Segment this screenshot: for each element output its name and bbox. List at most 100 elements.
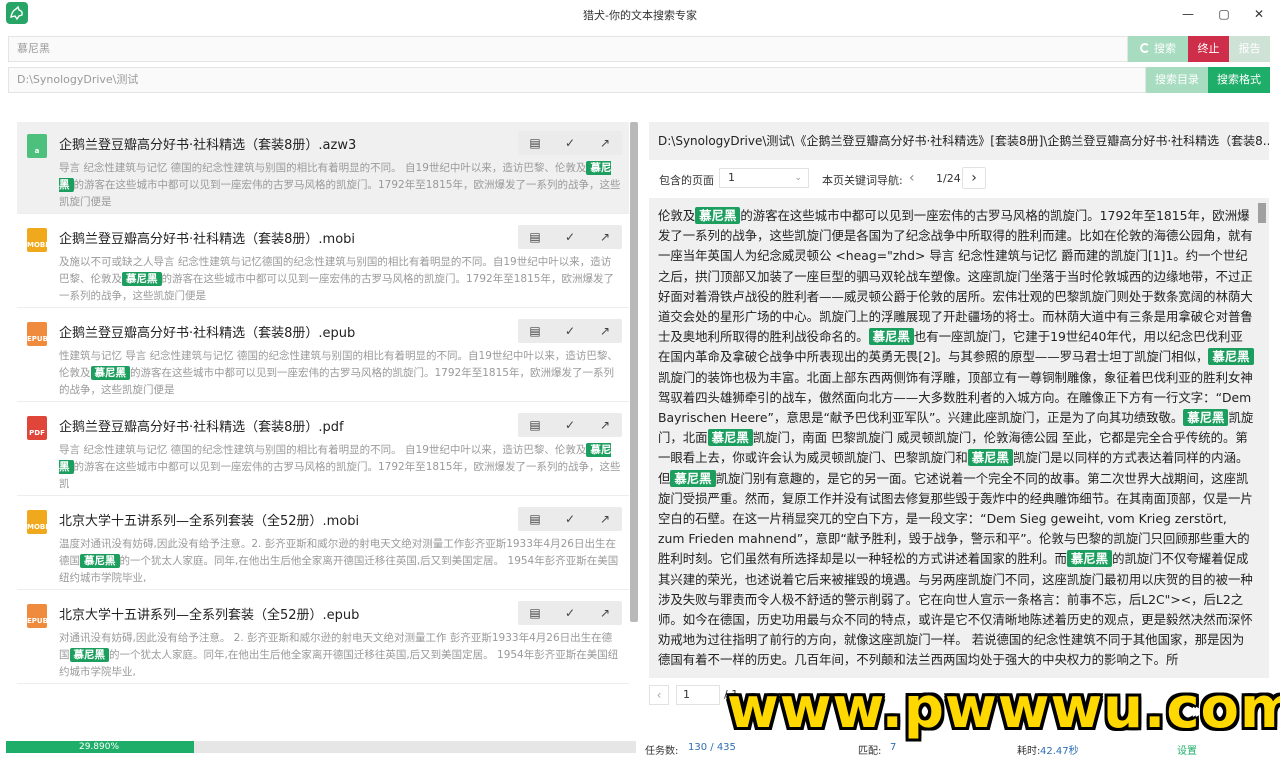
clipboard-icon[interactable]: ▤ (518, 131, 552, 155)
check-circle-icon[interactable]: ✓ (553, 131, 587, 155)
snippet-text: 导言 纪念性建筑与记忆 德国的纪念性建筑与别国的相比有着明显的不同。 自19世纪… (59, 162, 587, 174)
open-external-icon[interactable]: ↗ (588, 507, 622, 531)
keyword-highlight: 慕尼黑 (670, 469, 716, 487)
result-snippet: 导言 纪念性建筑与记忆 德国的纪念性建筑与别国的相比有着明显的不同。 自19世纪… (59, 442, 621, 494)
keyword-highlight: 慕尼黑 (967, 449, 1013, 467)
result-item[interactable]: PDF 企鹅兰登豆瓣高分好书·社科精选（套装8册）.pdf ▤ ✓ ↗ 导言 纪念性建筑与… (17, 404, 629, 496)
snippet-text: 的游客在这些城市中都可以见到一座宏伟的古罗马风格的凯旋门。1792年至1815年… (59, 367, 614, 396)
result-item[interactable]: EPUB 北京大学十五讲系列—全系列套装（全52册）.epub ▤ ✓ ↗ 对通讯没有妨碍… (17, 592, 629, 684)
preview-text-segment: 伦敦及 (658, 208, 696, 223)
tasks-label: 任务数: (645, 746, 679, 757)
keyword-highlight: 慕尼黑 (1066, 550, 1113, 568)
page-select[interactable]: 1 ⌄ (719, 168, 809, 188)
next-keyword-button[interactable]: › (962, 167, 986, 189)
open-external-icon[interactable]: ↗ (588, 225, 622, 249)
result-title: 企鹅兰登豆瓣高分好书·社科精选（套装8册）.azw3 (59, 138, 357, 153)
minimize-button[interactable]: — (1178, 4, 1198, 24)
result-snippet: 对通讯没有妨碍,因此没有给予注意。 2. 彭齐亚斯和威尔逊的射电天文绝对测量工作… (59, 630, 621, 682)
elapsed-value: 42.47秒 (1040, 746, 1079, 757)
chevron-left-icon: ‹ (656, 688, 662, 702)
prev-page-button[interactable]: ‹ (649, 685, 669, 705)
directory-input[interactable]: D:\SynologyDrive\测试 (8, 67, 1146, 93)
settings-link[interactable]: 设置 (1177, 742, 1197, 757)
result-item[interactable]: EPUB 企鹅兰登豆瓣高分好书·社科精选（套装8册）.epub ▤ ✓ ↗ 性建筑与记忆 … (17, 310, 629, 402)
preview-text-segment: 的凯旋门不仅夸耀着促成其兴建的荣光，也述说着它后来被摧毁的境遇。与另两座凯旋门不… (658, 551, 1253, 668)
stop-button[interactable]: 终止 (1188, 36, 1229, 62)
keyword-highlight: 慕尼黑 (90, 366, 130, 380)
result-title: 企鹅兰登豆瓣高分好书·社科精选（套装8册）.pdf (59, 420, 344, 435)
result-item[interactable]: a 企鹅兰登豆瓣高分好书·社科精选（套装8册）.azw3 ▤ ✓ ↗ 导言 纪念性建筑与记… (17, 122, 629, 214)
result-actions: ▤ ✓ ↗ (518, 601, 622, 625)
open-external-icon[interactable]: ↗ (588, 601, 622, 625)
mobi-file-icon: MOBI (27, 510, 48, 534)
watermark: www.pwwwu.com (727, 676, 1280, 741)
progress-text: 29.890% (78, 742, 120, 752)
page-input[interactable]: 1 (676, 685, 720, 705)
keyword-highlight: 慕尼黑 (707, 429, 753, 447)
keyword-highlight: 慕尼黑 (695, 207, 741, 224)
clipboard-icon[interactable]: ▤ (518, 507, 552, 531)
prev-keyword-icon[interactable]: ‹ (909, 170, 915, 186)
keyword-input[interactable]: 慕尼黑 (8, 36, 1128, 62)
keyword-highlight: 慕尼黑 (122, 272, 162, 286)
results-list: a 企鹅兰登豆瓣高分好书·社科精选（套装8册）.azw3 ▤ ✓ ↗ 导言 纪念性建筑与记… (17, 122, 629, 714)
loading-spinner-icon (1140, 43, 1150, 53)
result-actions: ▤ ✓ ↗ (518, 319, 622, 343)
search-button-label: 搜索 (1154, 42, 1176, 55)
chevron-down-icon: ⌄ (794, 173, 802, 183)
azw3-file-icon: a (27, 134, 47, 158)
check-circle-icon[interactable]: ✓ (553, 601, 587, 625)
tasks-value: 130 / 435 (688, 742, 736, 753)
open-external-icon[interactable]: ↗ (588, 319, 622, 343)
keyword-highlight: 慕尼黑 (868, 328, 914, 346)
open-external-icon[interactable]: ↗ (588, 131, 622, 155)
matches-label: 匹配: (858, 746, 882, 757)
result-item[interactable]: MOBI 北京大学十五讲系列—全系列套装（全52册）.mobi ▤ ✓ ↗ 温度对通讯没有… (17, 498, 629, 590)
result-snippet: 性建筑与记忆 导言 纪念性建筑与记忆 德国的纪念性建筑与别国的相比有着明显的不同… (59, 348, 621, 400)
result-snippet: 温度对通讯没有妨碍,因此没有给予注意。2. 彭齐亚斯和威尔逊的射电天文绝对测量工… (59, 536, 621, 588)
close-button[interactable]: ✕ (1249, 4, 1269, 24)
snippet-text: 的一个犹太人家庭。同年,在他出生后他全家离开德国迁移往英国,后又到美国定居。 1… (59, 555, 619, 584)
result-title: 北京大学十五讲系列—全系列套装（全52册）.epub (59, 608, 360, 623)
result-snippet: 导言 纪念性建筑与记忆 德国的纪念性建筑与别国的相比有着明显的不同。 自19世纪… (59, 160, 621, 212)
open-external-icon[interactable]: ↗ (588, 413, 622, 437)
preview-text-segment: 的游客在这些城市中都可以见到一座宏伟的古罗马风格的凯旋门。1792年至1815年… (658, 208, 1253, 345)
result-actions: ▤ ✓ ↗ (518, 131, 622, 155)
epub-file-icon: EPUB (27, 604, 48, 628)
check-circle-icon[interactable]: ✓ (553, 225, 587, 249)
keyword-nav-label: 本页关键词导航: (822, 174, 903, 187)
clipboard-icon[interactable]: ▤ (518, 601, 552, 625)
result-item[interactable]: MOBI 企鹅兰登豆瓣高分好书·社科精选（套装8册）.mobi ▤ ✓ ↗ 及施以不可或缺… (17, 216, 629, 308)
keyword-highlight: 慕尼黑 (69, 648, 109, 662)
check-circle-icon[interactable]: ✓ (553, 413, 587, 437)
check-circle-icon[interactable]: ✓ (553, 319, 587, 343)
file-path: D:\SynologyDrive\测试\《企鹅兰登豆瓣高分好书·社科精选》[套装… (649, 122, 1269, 160)
keyword-highlight: 慕尼黑 (1183, 409, 1229, 427)
clipboard-icon[interactable]: ▤ (518, 319, 552, 343)
search-directory-button[interactable]: 搜索目录 (1146, 67, 1208, 93)
preview-scrollbar[interactable] (1258, 203, 1266, 223)
snippet-text: 的游客在这些城市中都可以见到一座宏伟的古罗马风格的凯旋门。1792年至1815年… (59, 461, 621, 490)
clipboard-icon[interactable]: ▤ (518, 225, 552, 249)
search-button[interactable]: 搜索 (1128, 36, 1188, 62)
result-title: 企鹅兰登豆瓣高分好书·社科精选（套装8册）.mobi (59, 232, 356, 247)
pdf-file-icon: PDF (27, 416, 47, 440)
maximize-button[interactable]: ▢ (1214, 4, 1234, 24)
clipboard-icon[interactable]: ▤ (518, 413, 552, 437)
search-format-button[interactable]: 搜索格式 (1208, 67, 1270, 93)
preview-text-segment: 凯旋门的装饰也极为丰富。北面上部东西两侧饰有浮雕，顶部立有一尊铜制雕像，象征着巴… (658, 369, 1253, 426)
result-snippet: 及施以不可或缺之人导言 纪念性建筑与记忆德国的纪念性建筑与别国的相比有着明显的不… (59, 254, 621, 306)
results-scrollbar[interactable] (630, 122, 638, 622)
window-title: 猎犬-你的文本搜索专家 (583, 9, 697, 22)
preview-content: 伦敦及 慕尼黑 的游客在这些城市中都可以见到一座宏伟的古罗马风格的凯旋门。1792年… (658, 206, 1254, 671)
page-select-value: 1 (728, 171, 735, 184)
keyword-index: 1/24 (936, 172, 961, 185)
elapsed-label: 耗时: (1017, 746, 1041, 757)
chevron-right-icon: › (971, 170, 977, 186)
matches-value: 7 (890, 742, 897, 753)
report-button[interactable]: 报告 (1229, 36, 1270, 62)
result-actions: ▤ ✓ ↗ (518, 225, 622, 249)
check-circle-icon[interactable]: ✓ (553, 507, 587, 531)
snippet-text: 的游客在这些城市中都可以见到一座宏伟的古罗马风格的凯旋门。1792年至1815年… (59, 179, 621, 208)
snippet-text: 导言 纪念性建筑与记忆 德国的纪念性建筑与别国的相比有着明显的不同。 自19世纪… (59, 444, 587, 456)
